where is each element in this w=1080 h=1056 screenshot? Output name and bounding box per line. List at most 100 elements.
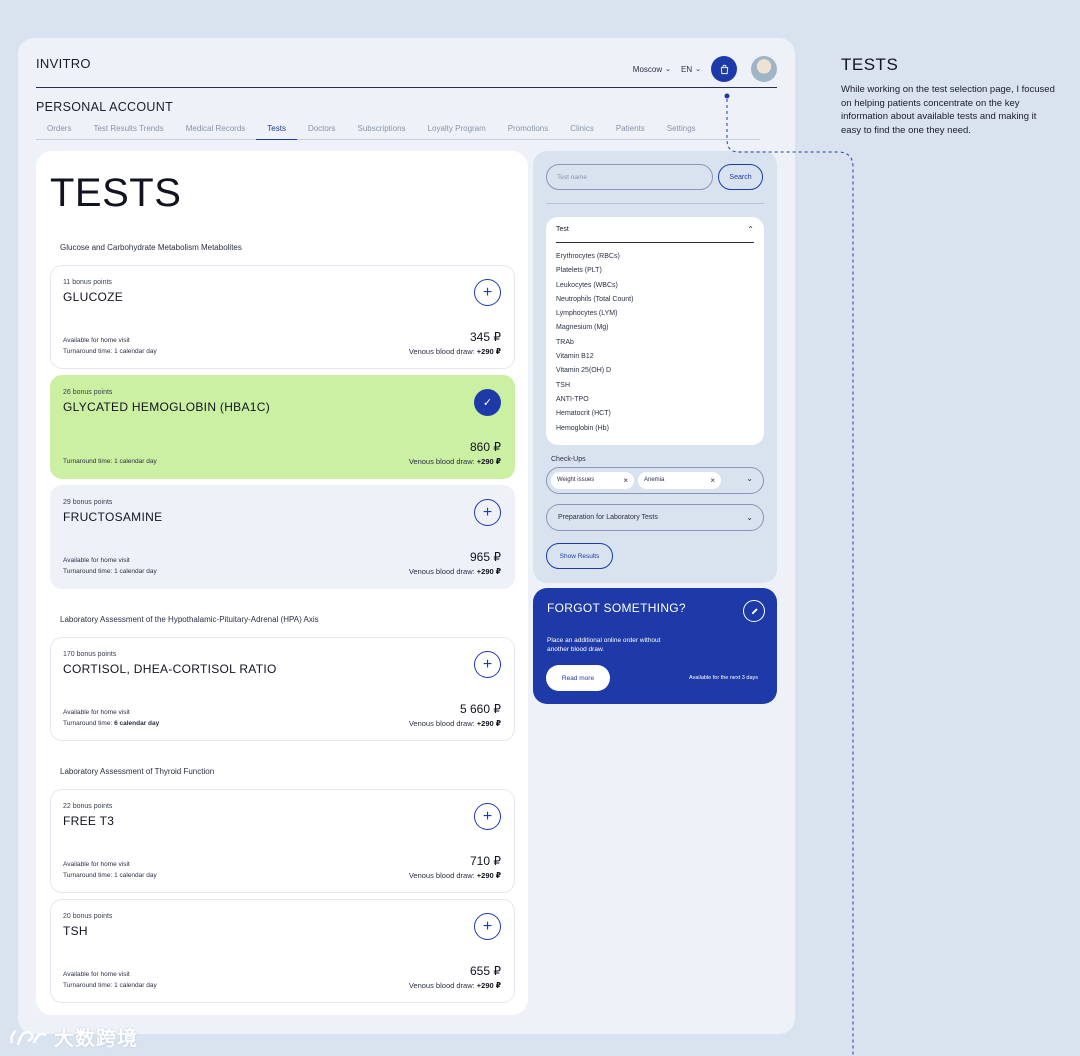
- test-option[interactable]: Magnesium (Mg): [556, 324, 633, 338]
- avatar[interactable]: [751, 56, 777, 82]
- blood-draw-price: +290 ₽: [476, 871, 501, 880]
- test-options-list: Erythrocytes (RBCs) Platelets (PLT) Leuk…: [556, 253, 633, 439]
- tab-tests[interactable]: Tests: [256, 122, 297, 140]
- blood-draw-price: +290 ₽: [476, 347, 501, 356]
- test-option[interactable]: ANTI-TPO: [556, 396, 633, 410]
- home-visit-note: Available for home visit: [63, 709, 130, 716]
- show-results-button[interactable]: Show Results: [546, 543, 613, 569]
- tab-test-results-trends[interactable]: Test Results Trends: [82, 122, 174, 140]
- test-option[interactable]: Platelets (PLT): [556, 267, 633, 281]
- blood-draw-label: Venous blood draw:: [408, 457, 477, 466]
- turnaround-days: 1 calendar day: [114, 458, 157, 465]
- test-option[interactable]: Erythrocytes (RBCs): [556, 253, 633, 267]
- test-price: 965 ₽: [470, 550, 501, 564]
- page-title: TESTS: [50, 171, 182, 215]
- blood-draw-fee: Venous blood draw: +290 ₽: [409, 871, 501, 880]
- add-test-button[interactable]: +: [474, 651, 501, 678]
- tab-subscriptions[interactable]: Subscriptions: [347, 122, 417, 140]
- bonus-points: 22 bonus points: [63, 803, 113, 810]
- test-option[interactable]: Hemoglobin (Hb): [556, 425, 633, 439]
- cart-button[interactable]: [711, 56, 737, 82]
- test-search-input[interactable]: [546, 164, 713, 190]
- tab-promotions[interactable]: Promotions: [497, 122, 559, 140]
- turnaround-time: Turnaround time: 6 calendar day: [63, 720, 159, 727]
- plus-icon: +: [482, 807, 493, 825]
- test-option[interactable]: TRAb: [556, 339, 633, 353]
- checkups-label: Check-Ups: [551, 456, 586, 463]
- read-more-button[interactable]: Read more: [546, 665, 610, 691]
- turnaround-days: 1 calendar day: [114, 872, 157, 879]
- add-test-button[interactable]: +: [474, 803, 501, 830]
- blood-draw-label: Venous blood draw:: [408, 871, 477, 880]
- test-option[interactable]: TSH: [556, 382, 633, 396]
- tab-orders[interactable]: Orders: [36, 122, 82, 140]
- blood-draw-label: Venous blood draw:: [408, 347, 477, 356]
- watermark-text: 大数跨境: [54, 1028, 138, 1050]
- blood-draw-fee: Venous blood draw: +290 ₽: [409, 567, 501, 576]
- chip-anemia: Anemia ×: [638, 472, 721, 489]
- check-icon: ✓: [482, 397, 493, 409]
- tab-doctors[interactable]: Doctors: [297, 122, 347, 140]
- test-card-glucoze[interactable]: 11 bonus points GLUCOZE + Available for …: [50, 265, 515, 369]
- test-option[interactable]: Neutrophils (Total Count): [556, 296, 633, 310]
- test-card-hba1c[interactable]: 26 bonus points GLYCATED HEMOGLOBIN (HBA…: [50, 375, 515, 479]
- home-visit-note: Available for home visit: [63, 861, 130, 868]
- top-header: INVITRO Moscow ⌄ EN ⌄: [36, 52, 777, 88]
- language-label: EN: [681, 64, 693, 74]
- bonus-points: 26 bonus points: [63, 389, 113, 396]
- tab-patients[interactable]: Patients: [605, 122, 656, 140]
- test-price: 860 ₽: [470, 440, 501, 454]
- search-button[interactable]: Search: [718, 164, 763, 190]
- test-option[interactable]: Vitamin 25(OH) D: [556, 367, 633, 381]
- chevron-down-icon: ⌄: [695, 66, 701, 73]
- test-dropdown-label: Test: [556, 226, 569, 233]
- close-icon[interactable]: ×: [623, 472, 628, 489]
- test-name: FRUCTOSAMINE: [63, 510, 163, 524]
- test-dropdown-header[interactable]: Test ⌃: [556, 225, 754, 243]
- test-option[interactable]: Lymphocytes (LYM): [556, 310, 633, 324]
- test-name: TSH: [63, 924, 88, 938]
- selected-test-button[interactable]: ✓: [474, 389, 501, 416]
- section-label: Laboratory Assessment of the Hypothalami…: [60, 615, 319, 624]
- checkups-select[interactable]: Weight issues × Anemia × ⌄: [546, 467, 764, 494]
- test-option[interactable]: Hematocrit (HCT): [556, 410, 633, 424]
- test-name: GLYCATED HEMOGLOBIN (HBA1C): [63, 400, 271, 414]
- home-visit-note: Available for home visit: [63, 337, 130, 344]
- add-test-button[interactable]: +: [474, 279, 501, 306]
- turnaround-days: 6 calendar day: [114, 720, 160, 727]
- tab-settings[interactable]: Settings: [656, 122, 707, 140]
- turnaround-label: Turnaround time:: [63, 720, 115, 727]
- test-dropdown: Test ⌃ Erythrocytes (RBCs) Platelets (PL…: [546, 217, 764, 445]
- tab-loyalty-program[interactable]: Loyalty Program: [417, 122, 497, 140]
- logo[interactable]: INVITRO: [36, 56, 91, 71]
- app-window: INVITRO Moscow ⌄ EN ⌄ PERSONAL ACCOUNT O…: [18, 38, 795, 1034]
- chevron-up-icon: ⌃: [747, 225, 754, 234]
- test-card-free-t3[interactable]: 22 bonus points FREE T3 + Available for …: [50, 789, 515, 893]
- tab-medical-records[interactable]: Medical Records: [175, 122, 257, 140]
- annotation-text: While working on the test selection page…: [841, 84, 1055, 136]
- add-test-button[interactable]: +: [474, 499, 501, 526]
- chevron-down-icon: ⌄: [665, 66, 671, 73]
- turnaround-days: 1 calendar day: [114, 568, 157, 575]
- test-card-cortisol[interactable]: 170 bonus points CORTISOL, DHEA-CORTISOL…: [50, 637, 515, 741]
- turnaround-time: Turnaround time: 1 calendar day: [63, 568, 157, 575]
- edit-button[interactable]: [743, 600, 765, 622]
- chevron-down-icon: ⌄: [746, 474, 753, 483]
- city-selector[interactable]: Moscow ⌄: [633, 65, 671, 74]
- tab-clinics[interactable]: Clinics: [559, 122, 605, 140]
- add-test-button[interactable]: +: [474, 913, 501, 940]
- test-option[interactable]: Vitamin B12: [556, 353, 633, 367]
- close-icon[interactable]: ×: [710, 472, 715, 489]
- test-option[interactable]: Leukocytes (WBCs): [556, 282, 633, 296]
- chip-weight-issues: Weight issues ×: [551, 472, 634, 489]
- promo-title: FORGOT SOMETHING?: [547, 601, 686, 615]
- test-card-fructosamine[interactable]: 29 bonus points FRUCTOSAMINE + Available…: [50, 485, 515, 589]
- language-selector[interactable]: EN ⌄: [681, 65, 701, 74]
- bonus-points: 11 bonus points: [63, 279, 112, 286]
- blood-draw-label: Venous blood draw:: [408, 719, 477, 728]
- test-card-tsh[interactable]: 20 bonus points TSH + Available for home…: [50, 899, 515, 1003]
- blood-draw-label: Venous blood draw:: [408, 981, 477, 990]
- preparation-select[interactable]: Preparation for Laboratory Tests ⌄: [546, 504, 764, 531]
- bonus-points: 29 bonus points: [63, 499, 113, 506]
- chip-label: Weight issues: [557, 477, 595, 483]
